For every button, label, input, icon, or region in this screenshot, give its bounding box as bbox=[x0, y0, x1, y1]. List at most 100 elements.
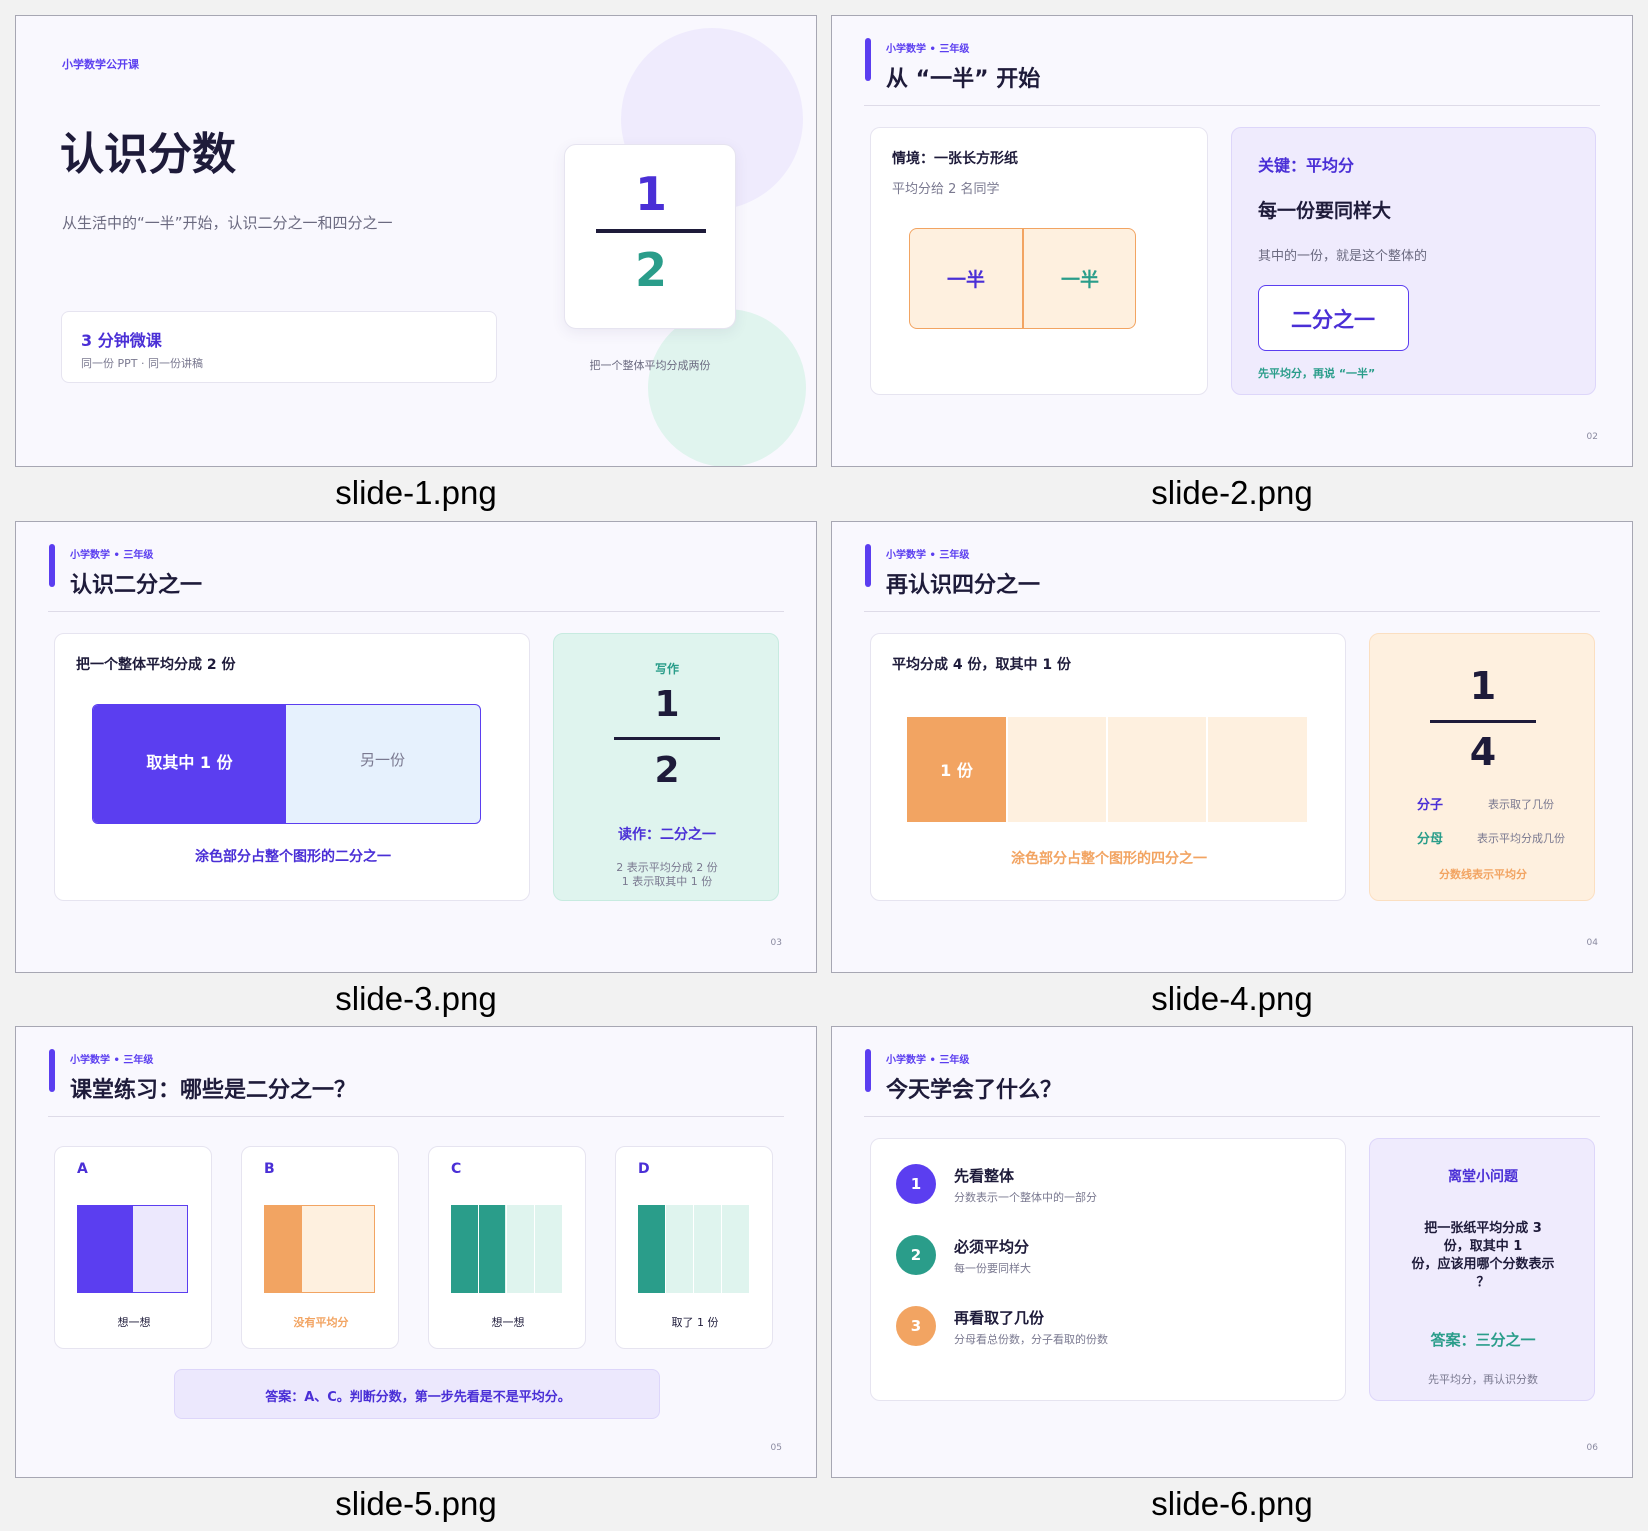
read-label: 读作：二分之一 bbox=[618, 827, 716, 843]
header-accent-bar bbox=[49, 1049, 55, 1092]
half-left-label: 一半 bbox=[946, 269, 985, 291]
option-c-card[interactable]: C 想一想 bbox=[428, 1146, 586, 1349]
page-number: 04 bbox=[1586, 938, 1598, 948]
option-a-card[interactable]: A 想一想 bbox=[54, 1146, 212, 1349]
key-text: 其中的一份，就是这个整体的 bbox=[1258, 249, 1428, 264]
option-label: 想一想 bbox=[117, 1316, 151, 1329]
shaded-label: 取其中 1 份 bbox=[146, 753, 233, 772]
page-title: 课堂练习：哪些是二分之一？ bbox=[70, 1078, 357, 1103]
step-desc: 分数表示一个整体中的一部分 bbox=[954, 1191, 1097, 1204]
page-title: 认识分数 bbox=[60, 129, 236, 180]
shaded-unequal bbox=[265, 1206, 302, 1292]
kicker: 小学数学 • 三年级 bbox=[70, 1055, 154, 1066]
step-badge: 3 bbox=[896, 1306, 936, 1346]
page-number: 03 bbox=[770, 938, 782, 948]
shaded-quarter bbox=[479, 1205, 505, 1293]
slide-5-cell: 小学数学 • 三年级 课堂练习：哪些是二分之一？ A 想一想 B 没有平均分 C bbox=[15, 1026, 817, 1531]
quarter-divider bbox=[1006, 717, 1008, 822]
header-accent-bar bbox=[865, 38, 871, 81]
step-number: 2 bbox=[910, 1246, 922, 1264]
option-letter: D bbox=[638, 1161, 650, 1177]
quarter-bar: 1 份 bbox=[907, 717, 1307, 822]
numerator: 1 bbox=[654, 684, 680, 725]
half-model-card: 把一个整体平均分成 2 份 取其中 1 份 另一份 涂色部分占整个图形的二分之一 bbox=[54, 633, 530, 901]
page-title: 从 “一半” 开始 bbox=[886, 67, 1041, 92]
decor-circle-teal bbox=[648, 309, 806, 466]
slide-2[interactable]: 小学数学 • 三年级 从 “一半” 开始 情境：一张长方形纸 平均分给 2 名同… bbox=[831, 15, 1633, 467]
slide-caption: slide-2.png bbox=[1151, 474, 1313, 511]
card-subtitle: 同一份 PPT · 同一份讲稿 bbox=[81, 357, 203, 370]
denominator: 4 bbox=[1469, 730, 1497, 774]
slide-caption: slide-5.png bbox=[335, 1485, 497, 1522]
step-desc: 每一份要同样大 bbox=[954, 1262, 1031, 1275]
step-badge: 2 bbox=[896, 1235, 936, 1275]
fraction-line bbox=[1430, 720, 1536, 723]
fraction-note: 把一个整体平均分成两份 bbox=[589, 359, 711, 372]
option-label: 取了 1 份 bbox=[671, 1316, 719, 1329]
header-accent-bar bbox=[865, 544, 871, 587]
step-title: 再看取了几份 bbox=[954, 1309, 1045, 1327]
paper-rectangle: 一半 一半 bbox=[909, 228, 1136, 329]
slide-6[interactable]: 小学数学 • 三年级 今天学会了什么？ 1 先看整体 分数表示一个整体中的一部分… bbox=[831, 1026, 1633, 1478]
question-line: ？ bbox=[1476, 1275, 1490, 1290]
header-divider bbox=[48, 1116, 784, 1117]
option-d-card[interactable]: D 取了 1 份 bbox=[615, 1146, 773, 1349]
shaded-label: 1 份 bbox=[940, 761, 973, 780]
question-line: 把一张纸平均分成 3 bbox=[1424, 1221, 1542, 1236]
summary-card: 1 先看整体 分数表示一个整体中的一部分 2 必须平均分 每一份要同样大 3 再… bbox=[870, 1138, 1346, 1401]
slide-caption: slide-3.png bbox=[335, 980, 497, 1017]
question-line: 份，取其中 1 bbox=[1443, 1239, 1523, 1254]
shape-b bbox=[264, 1205, 375, 1293]
slide-1[interactable]: 小学数学公开课 认识分数 从生活中的“一半”开始，认识二分之一和四分之一 3 分… bbox=[15, 15, 817, 467]
shaded-quarter bbox=[638, 1205, 665, 1293]
shape-a bbox=[77, 1205, 188, 1293]
fraction-line bbox=[614, 737, 720, 740]
option-label: 没有平均分 bbox=[293, 1316, 349, 1329]
card-title: 把一个整体平均分成 2 份 bbox=[76, 657, 236, 673]
answer-banner: 答案：A、C。判断分数，第一步先看是不是平均分。 bbox=[174, 1369, 660, 1419]
half-bar: 取其中 1 份 另一份 bbox=[92, 704, 481, 824]
slide-3-cell: 小学数学 • 三年级 认识二分之一 把一个整体平均分成 2 份 取其中 1 份 … bbox=[15, 521, 817, 1026]
slide-1-cell: 小学数学公开课 认识分数 从生活中的“一半”开始，认识二分之一和四分之一 3 分… bbox=[15, 15, 817, 520]
slide-2-cell: 小学数学 • 三年级 从 “一半” 开始 情境：一张长方形纸 平均分给 2 名同… bbox=[831, 15, 1633, 520]
key-heading: 每一份要同样大 bbox=[1258, 200, 1392, 222]
option-b-card[interactable]: B 没有平均分 bbox=[241, 1146, 399, 1349]
scenario-title: 情境：一张长方形纸 bbox=[892, 151, 1018, 167]
page-number: 06 bbox=[1586, 1443, 1598, 1453]
step-title: 必须平均分 bbox=[954, 1238, 1030, 1256]
slide-4[interactable]: 小学数学 • 三年级 再认识四分之一 平均分成 4 份，取其中 1 份 1 份 … bbox=[831, 521, 1633, 973]
part-divider bbox=[478, 1205, 479, 1293]
page-title: 认识二分之一 bbox=[70, 573, 203, 598]
header-divider bbox=[864, 611, 1600, 612]
slide-5[interactable]: 小学数学 • 三年级 课堂练习：哪些是二分之一？ A 想一想 B 没有平均分 C bbox=[15, 1026, 817, 1478]
scenario-card: 情境：一张长方形纸 平均分给 2 名同学 一半 一半 bbox=[870, 127, 1208, 395]
question-line: 份，应该用哪个分数表示 bbox=[1411, 1257, 1555, 1272]
exit-question-card: 离堂小问题 把一张纸平均分成 3 份，取其中 1 份，应该用哪个分数表示 ？ 答… bbox=[1369, 1138, 1595, 1401]
shape-d bbox=[638, 1205, 749, 1293]
question-answer: 答案：三分之一 bbox=[1430, 1331, 1536, 1349]
step-number: 1 bbox=[910, 1175, 922, 1193]
quarter-divider bbox=[1206, 717, 1208, 822]
fraction-line bbox=[596, 229, 706, 233]
scenario-subtitle: 平均分给 2 名同学 bbox=[892, 182, 1000, 197]
header-accent-bar bbox=[49, 544, 55, 587]
line-note: 分数线表示平均分 bbox=[1439, 868, 1527, 881]
option-letter: A bbox=[77, 1161, 88, 1177]
notation-card: 写作 1 2 读作：二分之一 2 表示平均分成 2 份 1 表示取其中 1 份 bbox=[553, 633, 779, 901]
micro-lesson-card: 3 分钟微课 同一份 PPT · 同一份讲稿 bbox=[61, 311, 497, 383]
part-divider bbox=[693, 1205, 694, 1293]
option-label: 想一想 bbox=[491, 1316, 525, 1329]
slide-caption: slide-4.png bbox=[1151, 980, 1313, 1017]
half-answer-box: 二分之一 bbox=[1258, 285, 1409, 351]
part-divider bbox=[665, 1205, 666, 1293]
explain-line-2: 1 表示取其中 1 份 bbox=[621, 875, 713, 888]
quarter-model-card: 平均分成 4 份，取其中 1 份 1 份 涂色部分占整个图形的四分之一 bbox=[870, 633, 1346, 901]
card-title: 平均分成 4 份，取其中 1 份 bbox=[892, 657, 1071, 673]
slide-caption: slide-1.png bbox=[335, 474, 497, 511]
option-letter: B bbox=[264, 1161, 275, 1177]
key-title: 关键：平均分 bbox=[1258, 156, 1355, 175]
question-note: 先平均分，再认识分数 bbox=[1428, 1373, 1538, 1386]
key-card: 关键：平均分 每一份要同样大 其中的一份，就是这个整体的 二分之一 先平均分，再… bbox=[1231, 127, 1596, 395]
slide-3[interactable]: 小学数学 • 三年级 认识二分之一 把一个整体平均分成 2 份 取其中 1 份 … bbox=[15, 521, 817, 973]
kicker: 小学数学 • 三年级 bbox=[70, 550, 154, 561]
